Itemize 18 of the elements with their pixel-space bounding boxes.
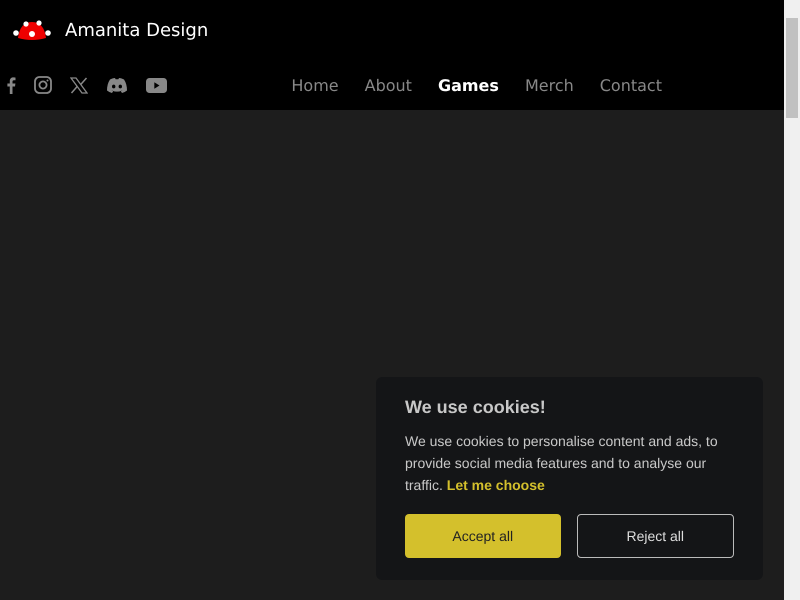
- discord-icon[interactable]: [106, 76, 128, 94]
- x-logo-icon[interactable]: [70, 76, 88, 94]
- instagram-icon[interactable]: [34, 76, 52, 94]
- choose-link[interactable]: Let me choose: [446, 477, 545, 493]
- nav-link[interactable]: Contact: [600, 76, 662, 94]
- mushroom-logo-icon[interactable]: [12, 18, 52, 42]
- scrollbar[interactable]: [784, 0, 800, 600]
- brand-name[interactable]: Amanita Design: [65, 20, 208, 40]
- accept-button[interactable]: Accept all: [405, 514, 560, 558]
- nav-link[interactable]: Merch: [524, 76, 574, 94]
- banner-title: We use cookies!: [405, 397, 547, 418]
- play-video-icon[interactable]: [146, 78, 167, 92]
- cookie-message: We use cookies to personalise content and ads, to provide social media features and to analyse our traffic. Let me choose: [405, 432, 719, 495]
- nav-link[interactable]: Games: [438, 76, 499, 94]
- nav-link[interactable]: Home: [291, 76, 339, 94]
- facebook-icon[interactable]: [6, 76, 16, 94]
- reject-button[interactable]: Reject all: [576, 514, 734, 558]
- nav-link[interactable]: About: [364, 76, 412, 94]
